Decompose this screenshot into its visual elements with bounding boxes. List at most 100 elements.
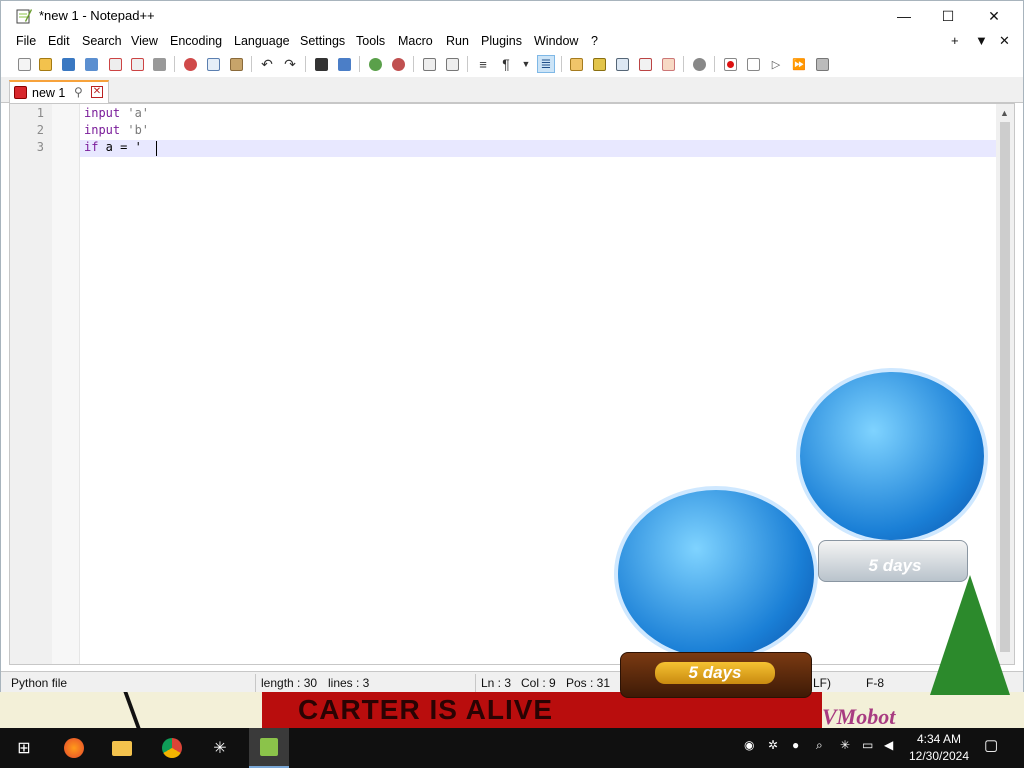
menu-bar: File Edit Search View Encoding Language … <box>1 31 1023 53</box>
close-icon[interactable] <box>106 55 124 73</box>
menu-settings[interactable]: Settings <box>300 34 345 48</box>
close-window-button[interactable]: ✕ <box>971 1 1017 31</box>
zoom-in-icon[interactable] <box>366 55 384 73</box>
cut-icon[interactable] <box>181 55 199 73</box>
run-multiple-icon[interactable]: ⏩ <box>790 55 808 73</box>
menu-tools[interactable]: Tools <box>356 34 385 48</box>
playback-icon[interactable]: ▷ <box>767 55 785 73</box>
scrollbar-thumb[interactable] <box>1000 122 1010 652</box>
tab-label: new 1 <box>32 86 66 100</box>
doc-list-icon[interactable] <box>613 55 631 73</box>
taskbar-clock[interactable]: 4:34 AM 12/30/2024 <box>906 731 972 765</box>
wallpaper-banner-text: CARTER IS ALIVE <box>298 694 554 725</box>
snow-globe-left <box>614 486 818 662</box>
menu-search[interactable]: Search <box>82 34 122 48</box>
monitoring-icon[interactable] <box>690 55 708 73</box>
code-line[interactable]: if a = ' <box>84 139 142 156</box>
menu-help[interactable]: ? <box>591 34 598 48</box>
save-icon[interactable] <box>59 55 77 73</box>
user-define-lang-icon[interactable] <box>567 55 585 73</box>
pin-icon[interactable]: ⚲ <box>74 85 83 99</box>
maximize-button[interactable]: ☐ <box>925 1 971 31</box>
menu-run[interactable]: Run <box>446 34 469 48</box>
minimize-button[interactable]: — <box>881 1 927 31</box>
clock-time: 4:34 AM <box>916 732 962 746</box>
zoom-out-icon[interactable] <box>389 55 407 73</box>
word-wrap-icon[interactable]: ≡ <box>474 55 492 73</box>
scroll-up-icon[interactable]: ▲ <box>1000 108 1009 118</box>
keyword-token: if <box>84 140 99 154</box>
tray-search-icon[interactable]: ⌕ <box>816 738 823 753</box>
indent-guide-icon[interactable]: ≣ <box>537 55 555 73</box>
save-all-icon[interactable] <box>82 55 100 73</box>
function-list-icon[interactable] <box>636 55 654 73</box>
menu-language[interactable]: Language <box>234 34 290 48</box>
new-file-icon[interactable] <box>15 55 33 73</box>
find-icon[interactable] <box>312 55 330 73</box>
menu-file[interactable]: File <box>16 34 36 48</box>
paste-icon[interactable] <box>227 55 245 73</box>
length-status: length : 30 <box>261 676 318 690</box>
tray-drop-icon[interactable]: ● <box>792 738 799 752</box>
replace-icon[interactable] <box>335 55 353 73</box>
chrome-icon[interactable] <box>160 736 184 760</box>
christmas-tree-icon <box>930 575 1010 695</box>
encoding-status: F-8 <box>866 676 884 690</box>
menu-macro[interactable]: Macro <box>398 34 433 48</box>
sync-horizontal-icon[interactable] <box>443 55 461 73</box>
snowflake-app-icon[interactable]: ✳ <box>208 736 232 760</box>
status-separator <box>255 674 256 692</box>
toolbar-separator <box>359 56 360 72</box>
keyword-token: input <box>84 106 121 120</box>
new-tab-button[interactable]: + <box>951 33 959 48</box>
tab-new-1[interactable]: new 1 ⚲ ✕ <box>9 80 109 103</box>
toolbar-separator <box>174 56 175 72</box>
dropdown-icon[interactable]: ▼ <box>517 55 535 73</box>
tab-list-dropdown[interactable]: ▼ <box>975 33 988 48</box>
network-icon[interactable]: ▭ <box>862 738 873 752</box>
code-rest: 'b' <box>120 123 150 137</box>
save-macro-icon[interactable] <box>813 55 831 73</box>
line-number: 2 <box>36 123 44 137</box>
menu-encoding[interactable]: Encoding <box>170 34 222 48</box>
stop-record-icon[interactable] <box>744 55 762 73</box>
code-line[interactable]: input 'b' <box>84 122 149 139</box>
tray-snowflake-icon[interactable]: ✳ <box>840 738 850 752</box>
notifications-icon[interactable]: ▢ <box>984 736 998 754</box>
menu-view[interactable]: View <box>131 34 158 48</box>
title-bar[interactable]: *new 1 - Notepad++ — ☐ ✕ <box>1 1 1023 31</box>
notepadpp-taskbar-icon[interactable] <box>249 728 289 768</box>
current-line-highlight <box>80 140 996 157</box>
menu-window[interactable]: Window <box>534 34 578 48</box>
folder-as-workspace-icon[interactable] <box>659 55 677 73</box>
taskbar: ⊞ ✳ ◉ ✲ ● ⌕ ✳ ▭ ◀ 4:34 AM 12/30/2024 ▢ <box>0 728 1024 768</box>
show-all-chars-icon[interactable]: ¶ <box>497 55 515 73</box>
close-all-icon[interactable] <box>128 55 146 73</box>
close-document-button[interactable]: ✕ <box>999 33 1010 49</box>
keyword-token: input <box>84 123 121 137</box>
print-icon[interactable] <box>150 55 168 73</box>
menu-edit[interactable]: Edit <box>48 34 70 48</box>
firefox-icon[interactable] <box>62 736 86 760</box>
line-number: 1 <box>36 106 44 120</box>
menu-plugins[interactable]: Plugins <box>481 34 522 48</box>
file-explorer-icon[interactable] <box>110 736 134 760</box>
volume-icon[interactable]: ◀ <box>884 738 893 752</box>
tray-settings-icon[interactable]: ✲ <box>768 738 778 752</box>
code-line[interactable]: input 'a' <box>84 105 149 122</box>
toolbar-separator <box>714 56 715 72</box>
tray-app-icon[interactable]: ◉ <box>744 738 754 752</box>
copy-icon[interactable] <box>204 55 222 73</box>
toolbar-separator <box>251 56 252 72</box>
sync-vertical-icon[interactable] <box>420 55 438 73</box>
redo-icon[interactable]: ↷ <box>281 55 299 73</box>
tab-close-icon[interactable]: ✕ <box>91 86 103 98</box>
open-file-icon[interactable] <box>36 55 54 73</box>
start-icon[interactable]: ⊞ <box>12 736 36 760</box>
record-macro-icon[interactable] <box>721 55 739 73</box>
doc-map-icon[interactable] <box>590 55 608 73</box>
undo-icon[interactable]: ↶ <box>258 55 276 73</box>
text-caret <box>156 141 157 156</box>
file-type-status: Python file <box>11 676 68 690</box>
line-number-gutter <box>10 104 52 664</box>
